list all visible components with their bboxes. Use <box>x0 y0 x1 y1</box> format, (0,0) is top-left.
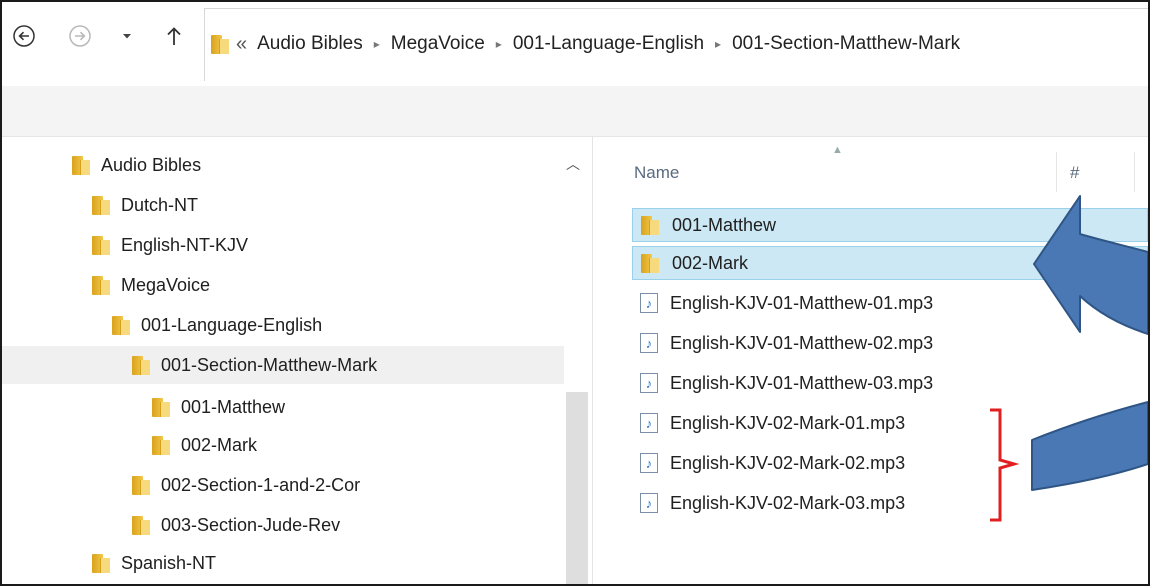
navigation-tree: ︿ Audio Bibles Dutch-NT English-NT-KJV M… <box>2 136 590 584</box>
folder-icon <box>641 215 659 235</box>
tree-item-label: 003-Section-Jude-Rev <box>161 514 341 535</box>
chevron-right-icon[interactable]: ▸ <box>496 37 502 51</box>
file-name: 001-Matthew <box>672 214 777 235</box>
explorer-window: « Audio Bibles ▸ MegaVoice ▸ 001-Languag… <box>0 0 1150 586</box>
folder-icon <box>152 397 170 417</box>
file-name: English-KJV-01-Matthew-02.mp3 <box>670 332 934 353</box>
file-row-mp3[interactable]: ♪ English-KJV-02-Mark-03.mp3 <box>640 486 905 520</box>
tree-item-english-nt-kjv[interactable]: English-NT-KJV <box>92 228 248 262</box>
tree-item-002-mark[interactable]: 002-Mark <box>152 428 257 462</box>
folder-icon <box>132 475 150 495</box>
file-name: English-KJV-01-Matthew-03.mp3 <box>670 372 934 393</box>
file-name: English-KJV-02-Mark-02.mp3 <box>670 452 906 473</box>
overflow-chevron-icon[interactable]: « <box>236 33 247 56</box>
tree-item-001-language-english[interactable]: 001-Language-English <box>112 308 322 342</box>
audio-file-icon: ♪ <box>640 333 658 353</box>
file-name: English-KJV-01-Matthew-01.mp3 <box>670 292 934 313</box>
tree-item-dutch-nt[interactable]: Dutch-NT <box>92 188 198 222</box>
sort-ascending-icon: ▲ <box>832 144 843 156</box>
file-name: 002-Mark <box>672 252 749 273</box>
file-row-mp3[interactable]: ♪ English-KJV-01-Matthew-01.mp3 <box>640 286 933 320</box>
toolbar-strip <box>2 86 1148 137</box>
folder-icon <box>112 315 130 335</box>
audio-file-icon: ♪ <box>640 453 658 473</box>
address-bar[interactable]: « Audio Bibles ▸ MegaVoice ▸ 001-Languag… <box>204 8 1148 81</box>
breadcrumb-megavoice[interactable]: MegaVoice <box>391 33 485 55</box>
column-divider[interactable] <box>1056 152 1057 192</box>
file-name: English-KJV-02-Mark-01.mp3 <box>670 412 906 433</box>
tree-item-label: Spanish-NT <box>121 552 217 573</box>
column-header-name[interactable]: Name <box>634 158 679 188</box>
column-header-number[interactable]: # <box>1070 158 1079 188</box>
tree-item-003-section-jude-rev[interactable]: 003-Section-Jude-Rev <box>132 508 340 542</box>
up-arrow-icon[interactable] <box>162 24 186 48</box>
tree-item-label: 001-Language-English <box>141 314 323 335</box>
folder-icon <box>152 435 170 455</box>
breadcrumb-section-matthew-mark[interactable]: 001-Section-Matthew-Mark <box>732 33 960 55</box>
chevron-right-icon[interactable]: ▸ <box>715 37 721 51</box>
tree-item-label: 002-Mark <box>181 434 258 455</box>
file-row-001-matthew[interactable]: 001-Matthew <box>632 208 1148 242</box>
tree-item-001-matthew[interactable]: 001-Matthew <box>152 390 285 424</box>
audio-file-icon: ♪ <box>640 293 658 313</box>
folder-icon <box>72 155 90 175</box>
file-row-mp3[interactable]: ♪ English-KJV-01-Matthew-02.mp3 <box>640 326 933 360</box>
file-row-mp3[interactable]: ♪ English-KJV-02-Mark-02.mp3 <box>640 446 905 480</box>
file-row-mp3[interactable]: ♪ English-KJV-02-Mark-01.mp3 <box>640 406 905 440</box>
folder-icon <box>211 34 229 54</box>
tree-scrollbar[interactable] <box>566 392 588 584</box>
breadcrumb: « Audio Bibles ▸ MegaVoice ▸ 001-Languag… <box>211 31 960 57</box>
audio-file-icon: ♪ <box>640 413 658 433</box>
folder-icon <box>132 515 150 535</box>
scroll-up-arrow-icon[interactable]: ︿ <box>566 154 580 174</box>
column-divider[interactable] <box>1134 152 1135 192</box>
folder-icon <box>132 355 150 375</box>
navigation-bar: « Audio Bibles ▸ MegaVoice ▸ 001-Languag… <box>2 2 1148 86</box>
tree-item-spanish-nt[interactable]: Spanish-NT <box>92 546 216 580</box>
tree-item-label: Audio Bibles <box>101 154 202 175</box>
forward-arrow-icon[interactable] <box>68 24 92 48</box>
file-list: ▲ Name # 001-Matthew 002-Mark ♪ English-… <box>594 136 1148 584</box>
chevron-down-icon[interactable] <box>120 24 134 48</box>
file-name: English-KJV-02-Mark-03.mp3 <box>670 492 906 513</box>
back-arrow-icon[interactable] <box>12 24 36 48</box>
tree-item-label: Dutch-NT <box>121 194 199 215</box>
tree-item-label: English-NT-KJV <box>121 234 249 255</box>
chevron-right-icon[interactable]: ▸ <box>374 37 380 51</box>
tree-item-002-section-1-and-2-cor[interactable]: 002-Section-1-and-2-Cor <box>132 468 360 502</box>
breadcrumb-audio-bibles[interactable]: Audio Bibles <box>257 33 363 55</box>
folder-icon <box>92 553 110 573</box>
audio-file-icon: ♪ <box>640 373 658 393</box>
folder-icon <box>92 275 110 295</box>
breadcrumb-language-english[interactable]: 001-Language-English <box>513 33 704 55</box>
folder-icon <box>641 253 659 273</box>
tree-item-audio-bibles[interactable]: Audio Bibles <box>72 148 201 182</box>
tree-item-label: 001-Section-Matthew-Mark <box>161 354 378 375</box>
pane-divider[interactable] <box>592 136 593 584</box>
tree-item-label: MegaVoice <box>121 274 211 295</box>
tree-item-megavoice[interactable]: MegaVoice <box>92 268 210 302</box>
tree-item-label: 002-Section-1-and-2-Cor <box>161 474 361 495</box>
folder-icon <box>92 195 110 215</box>
tree-item-label: 001-Matthew <box>181 396 286 417</box>
audio-file-icon: ♪ <box>640 493 658 513</box>
file-row-mp3[interactable]: ♪ English-KJV-01-Matthew-03.mp3 <box>640 366 933 400</box>
folder-icon <box>92 235 110 255</box>
tree-item-001-section-matthew-mark[interactable]: 001-Section-Matthew-Mark <box>2 346 564 384</box>
file-row-002-mark[interactable]: 002-Mark <box>632 246 1148 280</box>
